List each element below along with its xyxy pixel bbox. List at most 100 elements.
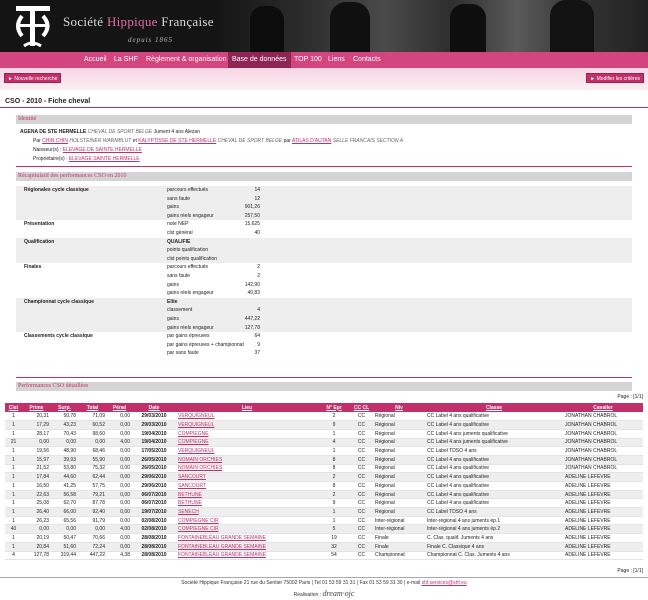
pedigree-par2: par <box>283 138 291 144</box>
column-header[interactable]: Clst <box>5 403 22 412</box>
venue-link[interactable]: COMPIEGNE <box>176 438 318 448</box>
nav-item-liens[interactable]: Liens <box>324 52 349 68</box>
table-cell: 50,78 <box>51 412 78 422</box>
venue-link[interactable]: VERQUIGNEUL <box>176 420 318 430</box>
column-header[interactable]: Total <box>78 403 107 412</box>
venue-link[interactable]: NOMAIN ORCHIES <box>176 455 318 465</box>
table-cell: JONATHAN CHABROL <box>563 464 643 474</box>
venue-link[interactable]: SENECH <box>176 507 318 517</box>
performance-table: Clst Prime Surp. Total Pénal Date Lieu N° Epr CC… <box>5 403 643 561</box>
venue-link[interactable]: VERQUIGNEUL <box>176 446 318 456</box>
table-cell: CC Label 4 ans qualificative <box>425 472 563 482</box>
brand-tagline: depuis 1865 <box>128 36 174 44</box>
new-search-button[interactable]: ► Nouvelle recherche <box>4 73 62 83</box>
table-cell: 0,00 <box>22 524 51 535</box>
venue-link[interactable]: COMPIEGNE CIR <box>176 524 318 535</box>
table-cell: CC Label 4 ans qualificative <box>425 481 563 491</box>
damsire-breed: SELLE FRANCAIS SECTION A <box>332 138 404 144</box>
nav-item-base-de-donnees[interactable]: Base de données <box>228 52 291 68</box>
venue-link[interactable]: FONTAINEBLEAU GRANDE SEMAINE <box>176 542 318 552</box>
footer-divider <box>0 577 648 578</box>
nav-item-accueil[interactable]: Accueil <box>80 52 111 68</box>
pager-top[interactable]: Page : [1/1] <box>617 394 643 400</box>
table-cell: 62,44 <box>78 472 107 482</box>
table-cell: ADELINE LEFEVRE <box>563 498 643 509</box>
venue-link[interactable]: FONTAINEBLEAU GRANDE SEMAINE <box>176 551 318 561</box>
table-cell: Finale <box>373 533 425 543</box>
pedigree-par: Par <box>33 138 41 144</box>
table-cell: 1 <box>5 498 22 509</box>
summary-value: 4 <box>257 307 260 314</box>
table-cell: 8 <box>318 464 350 474</box>
breeder-line: Naisseur(s) : ELEVAGE DE SAINTE HERMELLE <box>20 146 630 155</box>
sire-link[interactable]: CHIN CHIN <box>42 138 68 144</box>
dam-link[interactable]: KALYPTISSE DE STE HERMELLE <box>138 138 216 144</box>
summary-value: 142,90 <box>244 281 260 288</box>
column-header[interactable]: Lieu <box>176 403 318 412</box>
summary-value: 447,22 <box>244 315 260 322</box>
summary-label: par gains épreuves <box>167 333 210 340</box>
venue-link[interactable]: BETHUNE <box>176 490 318 500</box>
summary-group: Présentation note NEP 15,625 clst général 40 <box>16 220 632 238</box>
table-cell: 4 <box>5 551 22 561</box>
table-cell: Régional <box>373 420 425 430</box>
column-header[interactable]: Niv <box>373 403 425 412</box>
venue-link[interactable]: NOMAIN ORCHIES <box>176 464 318 474</box>
summary-value: 37 <box>254 350 260 357</box>
pager-bottom[interactable]: Page : [1/1] <box>617 568 643 574</box>
column-header[interactable]: Date <box>132 403 176 412</box>
column-header[interactable]: Prime <box>22 403 51 412</box>
table-cell: Championnat C. Clas. Juments 4 ans <box>425 551 563 561</box>
column-header[interactable]: Classe <box>425 403 563 412</box>
shf-monogram-logo-icon[interactable] <box>10 2 58 50</box>
venue-link[interactable]: FONTAINEBLEAU GRANDE SEMAINE <box>176 533 318 543</box>
nav-item-reglement[interactable]: Règlement & organisation <box>142 52 231 68</box>
table-cell: ADELINE LEFEVRE <box>563 507 643 517</box>
table-cell: 447,22 <box>78 551 107 561</box>
summary-category: Présentation <box>24 221 55 228</box>
venue-link[interactable]: SANCOURT <box>176 472 318 482</box>
table-cell: Régional <box>373 438 425 448</box>
summary-label: par sans faute <box>167 350 199 357</box>
table-cell: 29/03/2010 <box>132 420 176 430</box>
table-cell: 16,50 <box>22 481 51 491</box>
table-cell: CC <box>350 412 373 422</box>
table-cell: 15,97 <box>22 455 51 465</box>
footer-email-link[interactable]: shf.services@shf.eu <box>422 580 467 586</box>
credits-label: Réalisation : <box>293 592 322 598</box>
table-cell: CC <box>350 429 373 439</box>
table-cell: 70,43 <box>51 429 78 439</box>
table-cell: Régional <box>373 472 425 482</box>
column-header[interactable]: Cavalier <box>563 403 643 412</box>
nav-item-top-100[interactable]: TOP 100 <box>290 52 326 68</box>
breeder-link[interactable]: ELEVAGE DE SAINTE HERMELLE <box>63 147 142 153</box>
table-cell: CC Label 4 ans qualificative <box>425 455 563 465</box>
table-cell: Régional <box>373 412 425 422</box>
venue-link[interactable]: VERQUIGNEUL <box>176 412 318 422</box>
nav-item-contacts[interactable]: Contacts <box>349 52 385 68</box>
summary-label: classement <box>167 307 193 314</box>
table-cell: CC Label 4 ans qualificative <box>425 490 563 500</box>
damsire-link[interactable]: ATILAS D'AUTAN <box>292 138 331 144</box>
summary-row: par sans faute 37 <box>16 349 632 358</box>
venue-link[interactable]: COMPIEGNE <box>176 429 318 439</box>
summary-category: Qualification <box>24 238 55 245</box>
column-header[interactable]: N° Epr <box>318 403 350 412</box>
nav-item-la-shf[interactable]: La SHF <box>110 52 142 68</box>
venue-link[interactable]: COMPIEGNE CIR <box>176 516 318 526</box>
venue-link[interactable]: SANCOURT <box>176 481 318 491</box>
summary-label: gains <box>167 204 179 211</box>
column-header[interactable]: Pénal <box>107 403 132 412</box>
table-cell: 8 <box>318 455 350 465</box>
venue-link[interactable]: BETHUNE <box>176 498 318 509</box>
column-header[interactable]: CC CL <box>350 403 373 412</box>
table-cell: 28,17 <box>22 429 51 439</box>
table-cell: JONATHAN CHABROL <box>563 429 643 439</box>
agency-logo[interactable]: dream·ojc <box>322 589 354 598</box>
table-cell: 17,29 <box>22 420 51 430</box>
column-header[interactable]: Surp. <box>51 403 78 412</box>
table-cell: 56,58 <box>51 490 78 500</box>
edit-criteria-button[interactable]: ► Modifier les critères <box>586 73 644 83</box>
owner-link[interactable]: ELEVAGE SAINTE HERMELLE <box>69 156 140 162</box>
summary-label: parcours effectués <box>167 187 209 193</box>
